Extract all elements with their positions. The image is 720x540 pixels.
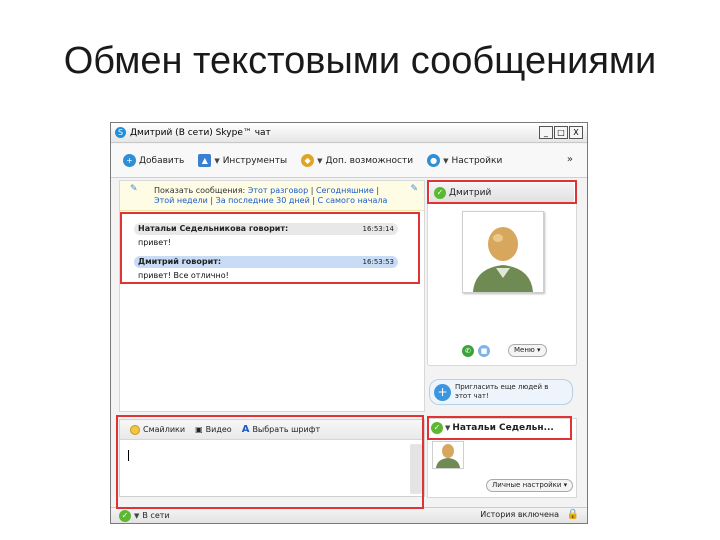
highlight-contact-box	[427, 180, 577, 204]
call-icon[interactable]: ✆	[462, 344, 474, 357]
avatar[interactable]	[432, 441, 464, 469]
main-toolbar: + Добавить ▲ ▼ Инструменты ◆ ▼ Доп. возм…	[111, 144, 587, 178]
highlight-participant-box	[427, 416, 572, 440]
maximize-button[interactable]: □	[554, 126, 568, 139]
online-status-icon: ✓	[119, 509, 131, 522]
status-selector[interactable]: ✓ ▼ В сети	[119, 509, 170, 522]
status-label: В сети	[142, 511, 170, 520]
pushpin-icon: ✎	[410, 184, 418, 194]
personal-settings-button[interactable]: Личные настройки ▾	[486, 479, 574, 492]
chevron-down-icon: ▼	[317, 156, 323, 165]
skype-chat-window: S Дмитрий (В сети) Skype™ чат _ □ X + До…	[110, 122, 588, 524]
features-label: Доп. возможности	[325, 155, 414, 166]
default-avatar-icon	[436, 444, 460, 468]
highlight-messages-box	[120, 212, 420, 284]
filter-last30-link[interactable]: За последние 30 дней	[216, 196, 310, 205]
invite-line2: этот чат!	[455, 392, 489, 400]
settings-label: Настройки	[451, 155, 503, 166]
toolbar-overflow-button[interactable]: »	[567, 154, 573, 165]
chevron-down-icon: ▼	[214, 156, 220, 165]
add-button[interactable]: + Добавить	[123, 154, 184, 167]
filter-prefix: Показать сообщения:	[154, 186, 246, 195]
lock-icon[interactable]: 🔒	[567, 509, 579, 520]
avatar[interactable]	[462, 211, 544, 293]
tools-menu-button[interactable]: ▲ ▼ Инструменты	[198, 154, 287, 167]
video-call-icon[interactable]: ■	[478, 344, 490, 357]
settings-icon: ●	[427, 154, 441, 167]
filter-today-link[interactable]: Сегодняшние	[316, 186, 374, 195]
filter-separator: |	[310, 186, 314, 195]
add-contact-icon: +	[123, 154, 136, 167]
features-menu-button[interactable]: ◆ ▼ Доп. возможности	[301, 154, 413, 167]
add-people-icon: +	[434, 383, 451, 401]
filter-this-chat-link[interactable]: Этот разговор	[248, 186, 308, 195]
minimize-button[interactable]: _	[539, 126, 553, 139]
personal-settings-label: Личные настройки	[492, 481, 562, 489]
contact-menu-button[interactable]: Меню ▾	[508, 344, 547, 357]
history-filter-bar: ✎ ✎ Показать сообщения: Этот разговор | …	[120, 181, 424, 211]
close-button[interactable]: X	[569, 126, 583, 139]
filter-week-link[interactable]: Этой недели	[154, 196, 208, 205]
contact-panel: ✓ Дмитрий ✆ ■ Меню ▾	[427, 180, 577, 366]
add-label: Добавить	[139, 155, 185, 166]
default-avatar-icon	[463, 212, 543, 292]
settings-menu-button[interactable]: ● ▼ Настройки	[427, 154, 502, 167]
filter-separator: |	[312, 196, 316, 205]
pushpin-icon: ✎	[130, 184, 138, 194]
tools-icon: ▲	[198, 154, 212, 167]
chevron-down-icon: ▼	[443, 156, 449, 165]
status-bar: ✓ ▼ В сети История включена 🔒	[111, 507, 587, 523]
skype-logo-icon: S	[115, 127, 126, 138]
chevron-down-icon: ▼	[134, 511, 140, 520]
window-title: Дмитрий (В сети) Skype™ чат	[130, 127, 271, 138]
menu-label: Меню	[514, 346, 535, 354]
invite-more-people-button[interactable]: + Пригласить еще людей в этот чат!	[429, 379, 573, 405]
slide-title: Обмен текстовыми сообщениями	[63, 40, 657, 82]
window-titlebar[interactable]: S Дмитрий (В сети) Skype™ чат _ □ X	[111, 123, 587, 143]
highlight-compose-box	[116, 415, 424, 509]
features-icon: ◆	[301, 154, 315, 167]
tools-label: Инструменты	[222, 155, 288, 166]
filter-all-link[interactable]: С самого начала	[318, 196, 388, 205]
filter-separator: |	[210, 196, 214, 205]
history-status: История включена	[480, 510, 559, 519]
filter-separator: |	[376, 186, 380, 195]
invite-line1: Пригласить еще людей в	[455, 383, 549, 391]
